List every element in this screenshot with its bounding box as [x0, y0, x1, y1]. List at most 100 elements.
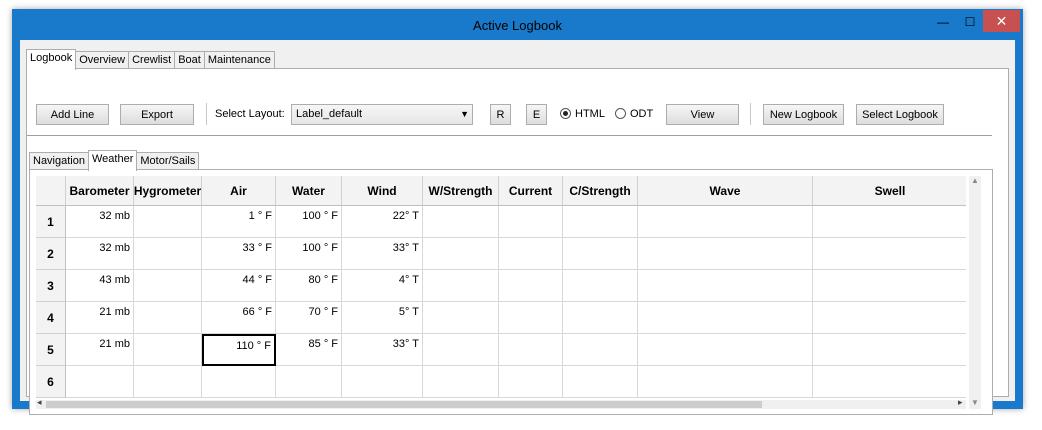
column-header[interactable]: Air	[202, 176, 276, 206]
new-logbook-button[interactable]: New Logbook	[763, 104, 844, 125]
table-cell[interactable]	[66, 366, 134, 398]
table-cell[interactable]	[423, 334, 499, 366]
table-cell[interactable]	[134, 302, 202, 334]
table-cell[interactable]: 85 ° F	[276, 334, 342, 366]
table-cell[interactable]	[202, 366, 276, 398]
table-cell[interactable]	[638, 270, 813, 302]
minimize-button[interactable]: —	[929, 11, 957, 32]
row-header[interactable]: 2	[36, 238, 66, 270]
tab-motor-sails[interactable]: Motor/Sails	[136, 152, 200, 170]
odt-radio-label[interactable]: ODT	[630, 108, 653, 120]
table-cell[interactable]: 44 ° F	[202, 270, 276, 302]
scroll-down-icon[interactable]: ▼	[971, 398, 979, 407]
table-cell[interactable]	[134, 270, 202, 302]
vertical-scrollbar[interactable]: ▲ ▼	[969, 176, 981, 409]
e-button[interactable]: E	[526, 104, 547, 125]
table-cell[interactable]	[638, 238, 813, 270]
tab-boat[interactable]: Boat	[174, 51, 205, 69]
table-cell[interactable]	[423, 270, 499, 302]
table-cell[interactable]	[638, 334, 813, 366]
table-cell[interactable]: 70 ° F	[276, 302, 342, 334]
table-cell[interactable]	[638, 366, 813, 398]
table-cell[interactable]	[499, 238, 563, 270]
table-cell[interactable]	[638, 206, 813, 238]
maximize-button[interactable]: ☐	[957, 11, 983, 32]
scroll-left-icon[interactable]: ◂	[37, 397, 42, 408]
html-radio[interactable]	[560, 108, 571, 119]
add-line-button[interactable]: Add Line	[36, 104, 109, 125]
table-cell[interactable]: 32 mb	[66, 238, 134, 270]
column-header[interactable]: Current	[499, 176, 563, 206]
tab-logbook[interactable]: Logbook	[26, 49, 77, 70]
table-cell[interactable]: 21 mb	[66, 334, 134, 366]
table-cell[interactable]	[423, 206, 499, 238]
table-cell[interactable]: 22° T	[342, 206, 423, 238]
scroll-right-icon[interactable]: ▸	[958, 397, 963, 408]
row-header[interactable]: 5	[36, 334, 66, 366]
column-header[interactable]: Swell	[813, 176, 966, 206]
table-cell[interactable]	[134, 238, 202, 270]
row-header[interactable]: 4	[36, 302, 66, 334]
close-button[interactable]: ✕	[983, 10, 1020, 32]
table-cell[interactable]: 4° T	[342, 270, 423, 302]
horizontal-scrollbar[interactable]: ◂ ▸	[36, 397, 966, 409]
table-cell[interactable]	[563, 334, 638, 366]
export-button[interactable]: Export	[120, 104, 194, 125]
table-cell[interactable]	[134, 206, 202, 238]
table-cell[interactable]	[563, 270, 638, 302]
table-cell[interactable]: 43 mb	[66, 270, 134, 302]
column-header[interactable]: Wave	[638, 176, 813, 206]
row-header[interactable]: 1	[36, 206, 66, 238]
table-cell[interactable]	[134, 366, 202, 398]
html-radio-label[interactable]: HTML	[575, 108, 605, 120]
table-cell[interactable]	[563, 366, 638, 398]
grid-corner[interactable]	[36, 176, 66, 206]
table-cell[interactable]: 5° T	[342, 302, 423, 334]
table-cell[interactable]	[813, 270, 966, 302]
tab-navigation[interactable]: Navigation	[29, 152, 89, 170]
table-cell[interactable]	[499, 302, 563, 334]
table-cell[interactable]	[423, 302, 499, 334]
table-cell[interactable]: 33 ° F	[202, 238, 276, 270]
table-cell[interactable]	[134, 334, 202, 366]
table-cell[interactable]	[423, 238, 499, 270]
table-cell[interactable]: 32 mb	[66, 206, 134, 238]
table-cell[interactable]: 1 ° F	[202, 206, 276, 238]
tab-overview[interactable]: Overview	[75, 51, 130, 69]
select-logbook-button[interactable]: Select Logbook	[856, 104, 944, 125]
table-cell[interactable]	[499, 206, 563, 238]
table-cell[interactable]: 33° T	[342, 238, 423, 270]
table-cell[interactable]	[499, 270, 563, 302]
table-cell[interactable]	[813, 238, 966, 270]
layout-select[interactable]: Label_default ▼	[291, 104, 473, 125]
table-cell[interactable]: 100 ° F	[276, 238, 342, 270]
scrollbar-thumb[interactable]	[46, 401, 762, 408]
r-button[interactable]: R	[490, 104, 511, 125]
table-cell[interactable]	[342, 366, 423, 398]
table-cell[interactable]: 80 ° F	[276, 270, 342, 302]
view-button[interactable]: View	[666, 104, 739, 125]
column-header[interactable]: W/Strength	[423, 176, 499, 206]
table-cell[interactable]: 33° T	[342, 334, 423, 366]
table-cell[interactable]	[638, 302, 813, 334]
tab-maintenance[interactable]: Maintenance	[203, 51, 275, 69]
table-cell[interactable]	[276, 366, 342, 398]
tab-weather[interactable]: Weather	[87, 150, 138, 171]
tab-crewlist[interactable]: Crewlist	[128, 51, 176, 69]
column-header[interactable]: Hygrometer	[134, 176, 202, 206]
table-cell[interactable]: 21 mb	[66, 302, 134, 334]
scroll-up-icon[interactable]: ▲	[971, 176, 979, 185]
table-cell[interactable]	[423, 366, 499, 398]
column-header[interactable]: Water	[276, 176, 342, 206]
table-cell[interactable]	[563, 302, 638, 334]
column-header[interactable]: C/Strength	[563, 176, 638, 206]
table-cell[interactable]	[563, 238, 638, 270]
table-cell[interactable]: 66 ° F	[202, 302, 276, 334]
table-cell[interactable]	[813, 302, 966, 334]
table-cell[interactable]	[813, 366, 966, 398]
table-cell[interactable]	[813, 206, 966, 238]
column-header[interactable]: Wind	[342, 176, 423, 206]
table-cell[interactable]	[813, 334, 966, 366]
row-header[interactable]: 3	[36, 270, 66, 302]
column-header[interactable]: Barometer	[66, 176, 134, 206]
